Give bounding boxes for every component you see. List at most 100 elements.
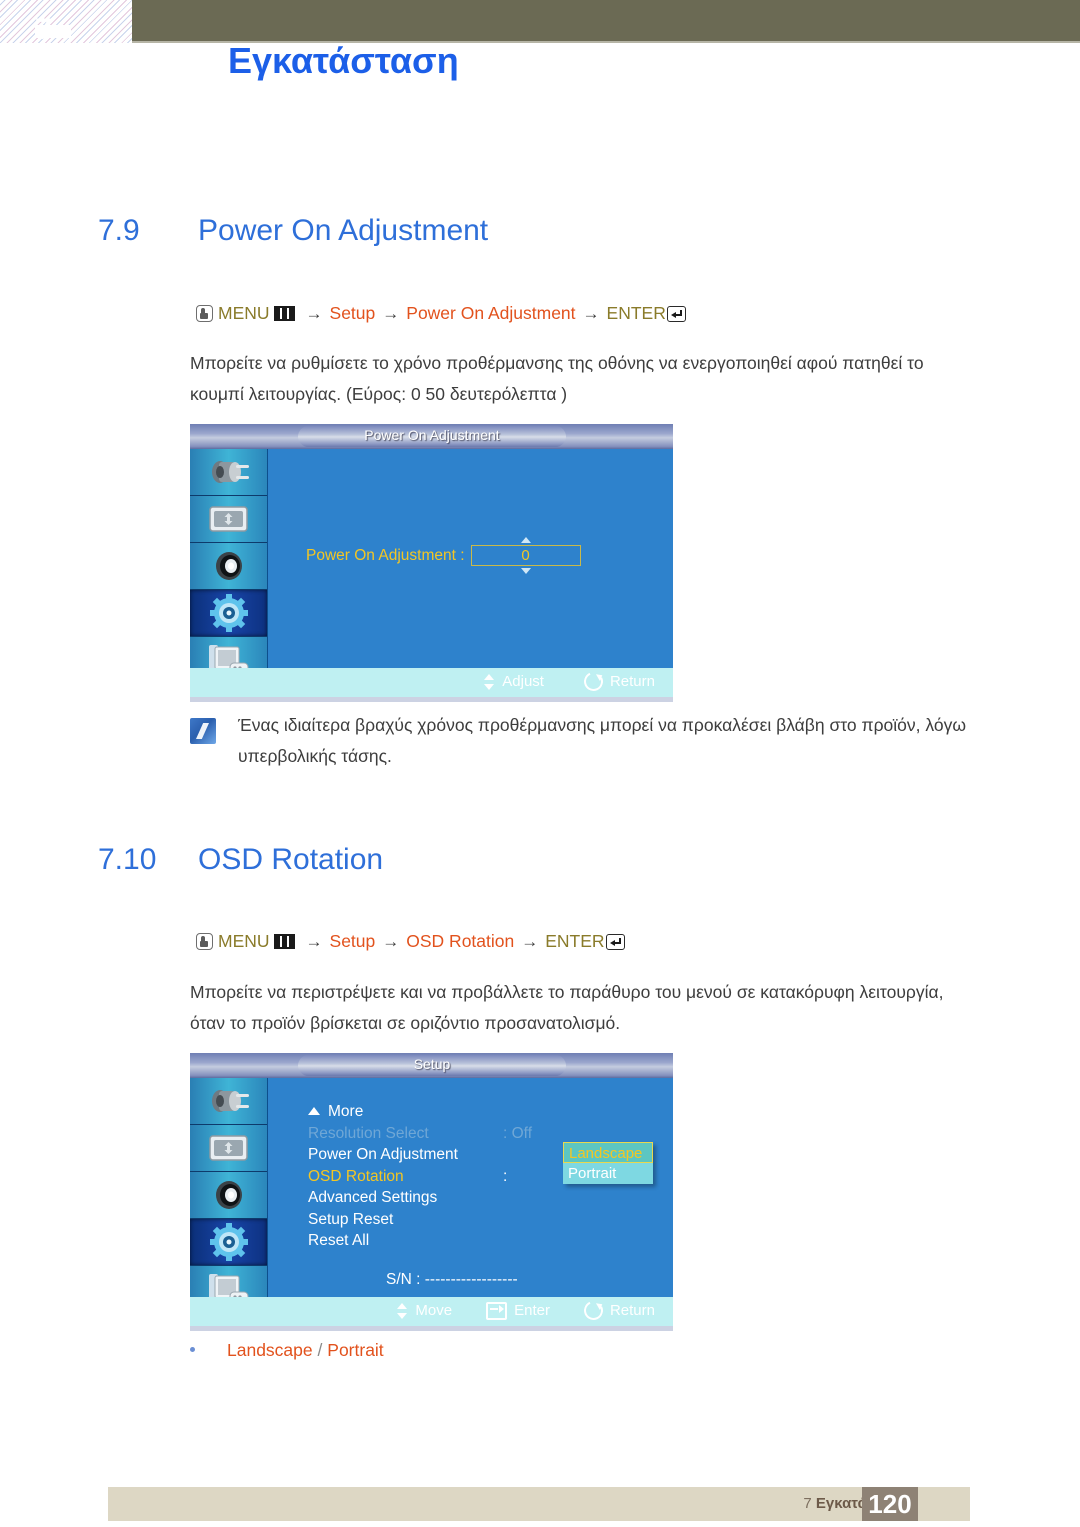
breadcrumb-step-osd-rotation[interactable]: OSD Rotation: [406, 931, 514, 951]
paragraph-7-10: Μπορείτε να περιστρέψετε και να προβάλλε…: [190, 982, 944, 1033]
setup-item-more-label: More: [328, 1103, 364, 1120]
osd-bottom-edge: [190, 697, 673, 702]
decrement-arrow-icon[interactable]: [520, 568, 531, 574]
footer-chapter-number: 7: [803, 1495, 812, 1512]
bullet-option-landscape: Landscape: [227, 1340, 313, 1360]
picture-icon: [208, 1135, 248, 1161]
breadcrumb-menu-label[interactable]: MENU: [218, 303, 270, 323]
osd-footer-slant: [190, 1297, 430, 1326]
enter-key-icon: [666, 306, 686, 322]
setup-gear-icon: [209, 594, 248, 632]
breadcrumb-step-setup[interactable]: Setup: [330, 931, 376, 951]
breadcrumb-7-9: MENU → Setup → Power On Adjustment → ENTER: [196, 303, 686, 324]
breadcrumb-arrow-2: →: [382, 932, 400, 951]
dropdown-option-portrait[interactable]: Portrait: [563, 1163, 653, 1184]
enter-icon: [486, 1301, 508, 1320]
breadcrumb-enter-label[interactable]: ENTER: [545, 931, 604, 951]
setup-item-more[interactable]: More: [308, 1101, 638, 1123]
breadcrumb-arrow-3: →: [582, 304, 600, 323]
osd-titlebar: Power On Adjustment: [190, 424, 673, 449]
page-footer-bar: 7 Εγκατάσταση: [108, 1487, 970, 1521]
rail-item-sound[interactable]: [190, 1172, 267, 1219]
breadcrumb-enter-label[interactable]: ENTER: [607, 303, 666, 323]
menu-grid-icon: [273, 934, 295, 949]
section-number: 7.10: [98, 843, 157, 876]
power-on-adjustment-label: Power On Adjustment :: [306, 546, 465, 564]
osd-footer-return[interactable]: Return: [581, 1298, 655, 1323]
setup-gear-icon: [209, 1223, 248, 1261]
rail-item-picture[interactable]: [190, 1125, 267, 1172]
osd-title-text: Power On Adjustment: [364, 427, 500, 443]
sound-icon: [215, 552, 242, 580]
breadcrumb-menu-label[interactable]: MENU: [218, 931, 270, 951]
setup-item-label: Resolution Select: [308, 1124, 429, 1142]
setup-item-advanced-settings[interactable]: Advanced Settings: [308, 1187, 638, 1209]
osd-screenshot-setup: Setup More Resolution Select: Off Power…: [190, 1053, 673, 1331]
setup-item-setup-reset[interactable]: Setup Reset: [308, 1209, 638, 1231]
enter-key-icon: [605, 934, 625, 950]
osd-footer-adjust[interactable]: Adjust: [484, 672, 544, 691]
increment-arrow-icon[interactable]: [520, 537, 531, 543]
section-title: Power On Adjustment: [198, 214, 489, 247]
hand-press-icon: [196, 933, 213, 950]
osd-footer-enter[interactable]: Enter: [486, 1301, 550, 1320]
osd-icon-rail: [190, 449, 268, 683]
osd-footer-bar: Adjust Return: [190, 668, 673, 697]
breadcrumb-arrow-1: →: [305, 304, 323, 323]
breadcrumb-step-power-on-adjustment[interactable]: Power On Adjustment: [406, 303, 575, 323]
section-heading-7-9: 7.9 Power On Adjustment: [98, 214, 488, 248]
serial-number-row: S/N : ------------------: [386, 1271, 518, 1288]
setup-item-resolution-select[interactable]: Resolution Select : Off: [308, 1123, 638, 1145]
setup-item-label: Power On Adjustment: [308, 1146, 458, 1163]
caret-up-icon: [308, 1107, 320, 1115]
rail-item-input-source[interactable]: [190, 449, 267, 496]
setup-item-label: Reset All: [308, 1232, 370, 1249]
chapter-number: 7: [35, 18, 52, 41]
picture-icon: [208, 506, 248, 532]
osd-titlebar: Setup: [190, 1053, 673, 1078]
paragraph-7-9: Μπορείτε να ρυθμίσετε το χρόνο προθέρμαν…: [190, 353, 924, 404]
setup-item-label: Setup Reset: [308, 1210, 394, 1228]
breadcrumb-arrow-2: →: [382, 304, 400, 323]
osd-icon-rail: [190, 1078, 268, 1312]
setup-item-reset-all[interactable]: Reset All: [308, 1230, 638, 1252]
power-on-adjustment-field[interactable]: 0: [470, 537, 581, 574]
page-title: Εγκατάσταση: [228, 40, 459, 81]
rail-item-input-source[interactable]: [190, 1078, 267, 1125]
note-text: Ένας ιδιαίτερα βραχύς χρόνος προθέρμανση…: [238, 715, 967, 766]
rail-item-sound[interactable]: [190, 543, 267, 590]
setup-item-value: :: [503, 1167, 508, 1185]
hand-press-icon: [196, 305, 213, 322]
osd-footer-adjust-label: Adjust: [502, 673, 544, 690]
header-olive-bar: [132, 0, 1080, 43]
bullet-separator: /: [317, 1340, 323, 1360]
osd-footer-slant: [190, 668, 430, 697]
return-icon: [581, 1298, 606, 1323]
breadcrumb-step-setup[interactable]: Setup: [330, 303, 376, 323]
bullet-option-portrait: Portrait: [327, 1340, 384, 1360]
osd-title-pill: Setup: [298, 1055, 566, 1076]
breadcrumb-arrow-1: →: [305, 932, 323, 951]
osd-body: Power On Adjustment : 0: [190, 449, 673, 683]
osd-footer-return[interactable]: Return: [581, 669, 655, 694]
sound-icon: [215, 1181, 242, 1209]
setup-item-label: OSD Rotation: [308, 1167, 404, 1185]
section-heading-7-10: 7.10 OSD Rotation: [98, 843, 383, 877]
input-source-icon: [211, 1090, 249, 1112]
section-number: 7.9: [98, 214, 140, 247]
osd-screenshot-power-on-adjustment: Power On Adjustment Power On Adjustment …: [190, 424, 673, 702]
power-on-adjustment-row[interactable]: Power On Adjustment : 0: [306, 537, 581, 574]
rail-item-picture[interactable]: [190, 496, 267, 543]
osd-title-text: Setup: [413, 1056, 451, 1072]
rail-item-setup[interactable]: [190, 1219, 267, 1266]
page-header: 7 Εγκατάσταση: [0, 0, 1080, 120]
osd-footer-return-label: Return: [609, 1302, 655, 1319]
osd-rotation-dropdown[interactable]: Landscape Portrait: [563, 1142, 653, 1184]
dropdown-option-landscape[interactable]: Landscape: [563, 1142, 653, 1163]
menu-grid-icon: [273, 306, 295, 321]
note-block-7-9: Ένας ιδιαίτερα βραχύς χρόνος προθέρμανση…: [190, 710, 980, 772]
osd-content-area: More Resolution Select : Off Power On Ad…: [268, 1078, 673, 1297]
input-source-icon: [211, 461, 249, 483]
rail-item-setup[interactable]: [190, 590, 267, 637]
osd-footer-move[interactable]: Move: [397, 1301, 452, 1320]
